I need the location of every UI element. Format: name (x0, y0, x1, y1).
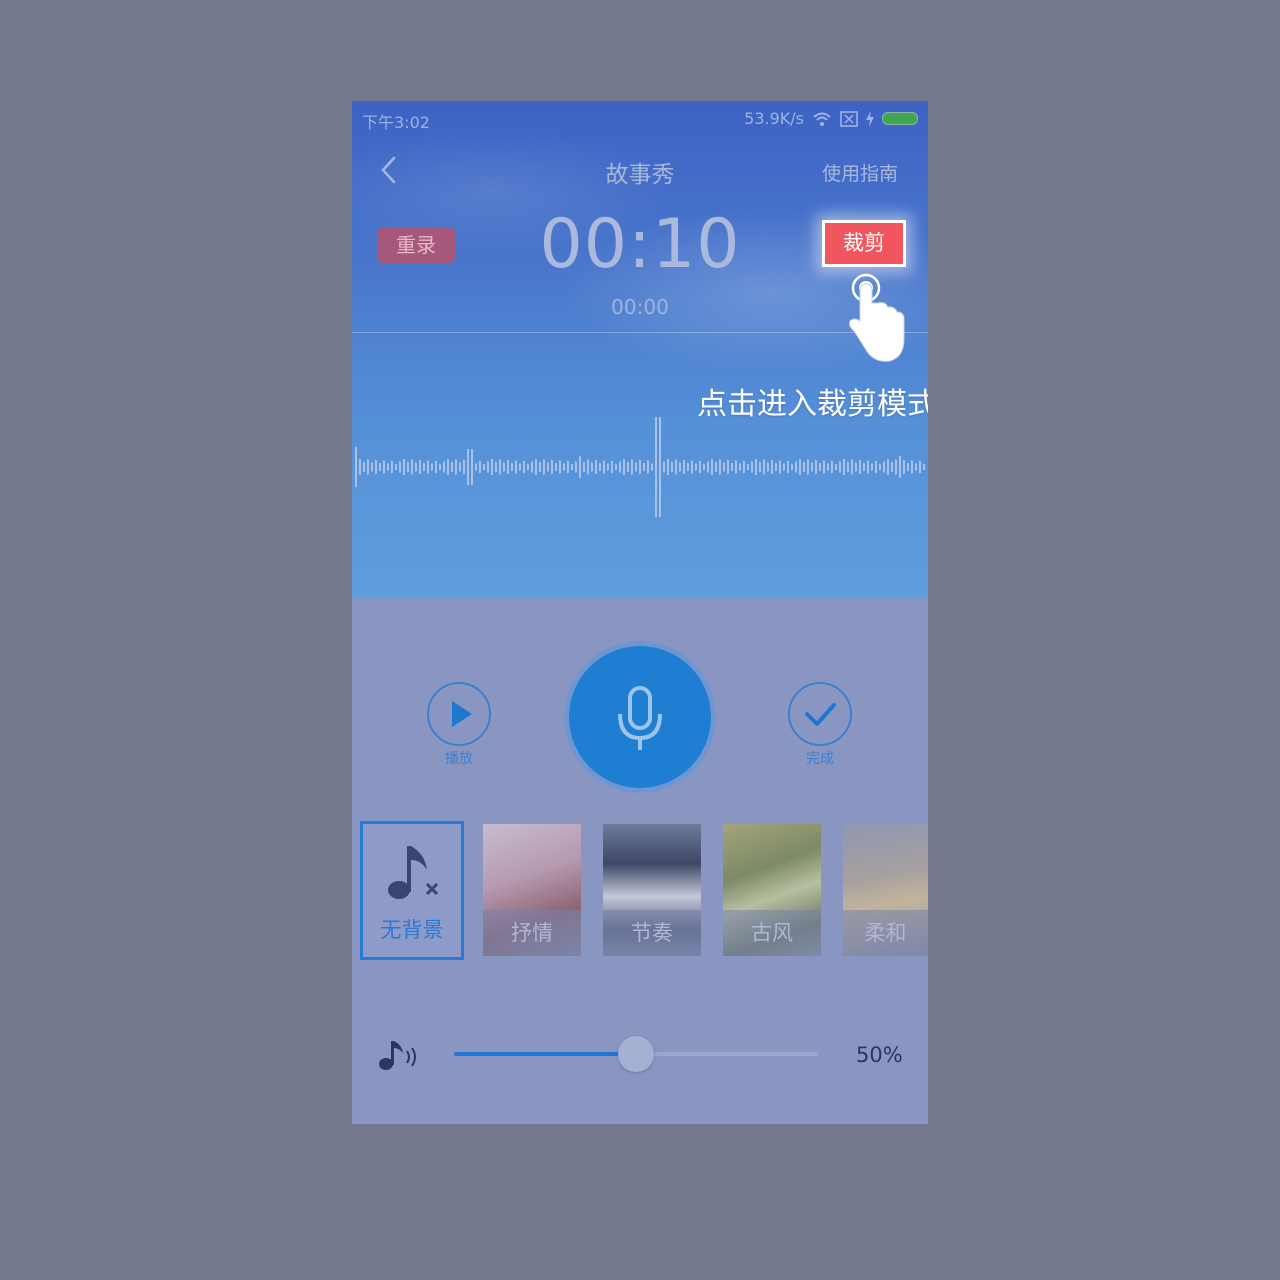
done-button[interactable] (788, 682, 852, 746)
volume-slider[interactable] (454, 1036, 818, 1072)
background-option-label: 抒情 (483, 910, 581, 956)
charging-icon (866, 110, 874, 127)
battery-icon (882, 112, 918, 125)
background-option-label: 无背景 (380, 918, 444, 942)
status-bar: 下午3:02 53.9K/s (352, 101, 928, 135)
done-label: 完成 (806, 751, 834, 767)
sim-icon (840, 110, 858, 127)
check-icon (805, 703, 836, 726)
background-option-label: 节奏 (603, 910, 701, 956)
wifi-icon (813, 112, 831, 126)
background-option-lyric[interactable]: 抒情 (483, 824, 581, 956)
volume-slider-thumb[interactable] (618, 1036, 654, 1072)
background-music-list: 无背景 抒情 节奏 古风 柔和 (360, 821, 928, 961)
status-time: 下午3:02 (362, 113, 430, 132)
microphone-icon (618, 686, 662, 750)
crop-button[interactable]: 裁剪 (825, 223, 903, 264)
done-control[interactable]: 完成 (788, 682, 852, 768)
volume-value: 50% (856, 1043, 903, 1067)
play-button[interactable] (427, 682, 491, 746)
play-control[interactable]: 播放 (427, 682, 491, 768)
music-note-off-icon (388, 846, 439, 899)
volume-note-icon (379, 1041, 416, 1070)
background-option-rhythm[interactable]: 节奏 (603, 824, 701, 956)
volume-slider-fill (454, 1052, 636, 1056)
tutorial-hint: 点击进入裁剪模式 (697, 387, 928, 422)
record-button[interactable] (569, 646, 711, 788)
background-option-soft[interactable]: 柔和 (843, 824, 928, 956)
network-speed: 53.9K/s (744, 109, 804, 128)
background-option-none[interactable]: 无背景 (360, 821, 464, 960)
recording-header: 下午3:02 53.9K/s 故事秀 使用指南 重录 00:10 00:00 裁… (352, 101, 928, 597)
navbar: 故事秀 使用指南 (352, 145, 928, 193)
play-label: 播放 (445, 751, 473, 767)
background-option-label: 柔和 (843, 910, 928, 956)
guide-link[interactable]: 使用指南 (822, 159, 898, 186)
tap-hand-icon (849, 273, 905, 362)
background-option-label: 古风 (723, 910, 821, 956)
phone-screen: 下午3:02 53.9K/s 故事秀 使用指南 重录 00:10 00:00 裁… (352, 101, 928, 1124)
background-option-classical[interactable]: 古风 (723, 824, 821, 956)
play-icon (452, 701, 472, 727)
status-icons: 53.9K/s (744, 109, 918, 128)
